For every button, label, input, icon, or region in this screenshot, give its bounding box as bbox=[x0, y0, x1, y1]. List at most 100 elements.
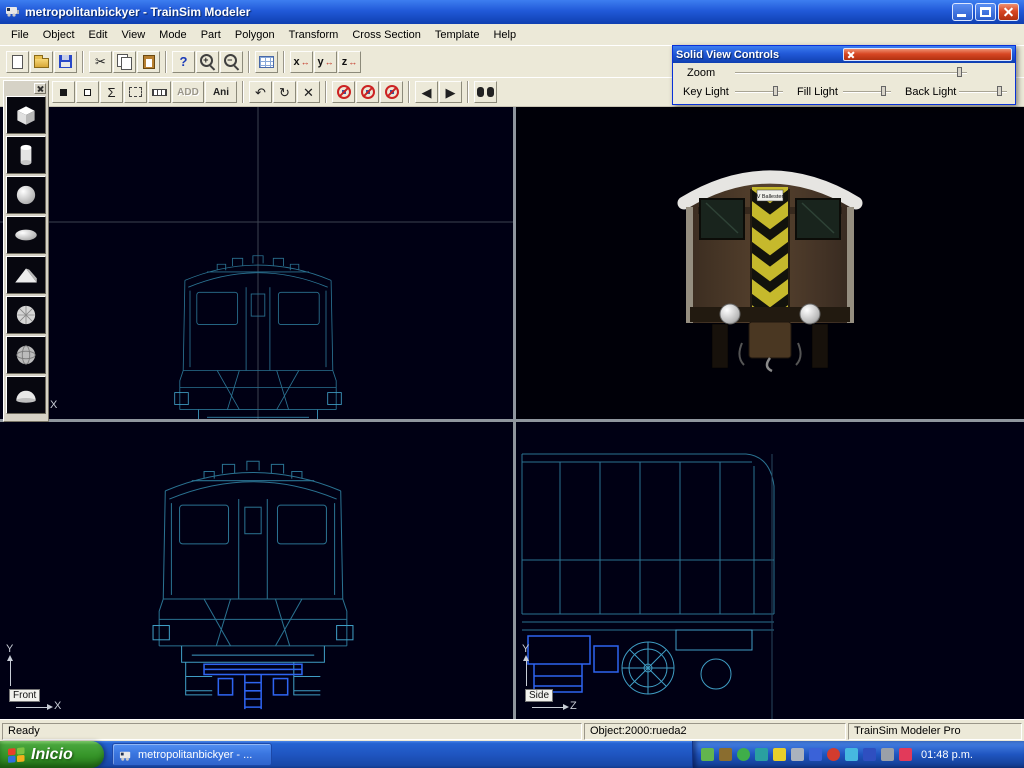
wireframe-side-canvas[interactable] bbox=[516, 422, 1024, 719]
maximize-button[interactable] bbox=[975, 3, 996, 21]
help-button[interactable]: ? bbox=[172, 51, 195, 73]
vertex-icon bbox=[84, 89, 91, 96]
primitive-wedge-button[interactable] bbox=[6, 256, 46, 294]
menu-file[interactable]: File bbox=[4, 27, 36, 43]
tray-icon-5[interactable] bbox=[773, 748, 786, 761]
tray-icon-2[interactable] bbox=[719, 748, 732, 761]
close-button[interactable] bbox=[998, 3, 1019, 21]
lock-z-button[interactable] bbox=[380, 81, 403, 103]
measure-button[interactable] bbox=[148, 81, 171, 103]
zoom-slider-thumb[interactable] bbox=[957, 67, 962, 77]
tray-icon-12[interactable] bbox=[899, 748, 912, 761]
tray-icon-6[interactable] bbox=[791, 748, 804, 761]
menu-edit[interactable]: Edit bbox=[82, 27, 115, 43]
windows-logo-icon bbox=[7, 746, 26, 763]
minimize-icon bbox=[957, 14, 966, 17]
palette-header[interactable] bbox=[4, 81, 48, 96]
start-button[interactable]: Inicio bbox=[0, 741, 104, 768]
sphere-icon bbox=[12, 182, 40, 208]
solid-view-controls-dialog[interactable]: Solid View Controls Zoom Key Light Fill … bbox=[672, 45, 1016, 105]
ani-button[interactable]: Ani bbox=[205, 81, 237, 103]
lock-x-button[interactable] bbox=[332, 81, 355, 103]
viewport-front-wireframe[interactable]: Y Front X bbox=[0, 422, 513, 719]
back-light-thumb[interactable] bbox=[997, 86, 1002, 96]
status-ready: Ready bbox=[2, 723, 582, 740]
menu-object[interactable]: Object bbox=[36, 27, 82, 43]
taskbar: Inicio metropolitanbickyer - ... 01:48 p… bbox=[0, 741, 1024, 768]
play-button[interactable]: ▶ bbox=[439, 81, 462, 103]
prev-frame-button[interactable]: ◀ bbox=[415, 81, 438, 103]
zoom-in-button[interactable]: + bbox=[196, 51, 219, 73]
axis-y-button[interactable]: y↔ bbox=[314, 51, 337, 73]
menu-bar: File Object Edit View Mode Part Polygon … bbox=[0, 24, 1024, 45]
primitive-cube-button[interactable] bbox=[6, 96, 46, 134]
palette-close-button[interactable] bbox=[34, 83, 46, 94]
primitive-cylinder-button[interactable] bbox=[6, 136, 46, 174]
menu-mode[interactable]: Mode bbox=[152, 27, 194, 43]
paste-button[interactable] bbox=[137, 51, 160, 73]
cut-button[interactable]: ✂ bbox=[89, 51, 112, 73]
tray-icon-3[interactable] bbox=[737, 748, 750, 761]
add-button[interactable]: ADD bbox=[172, 81, 204, 103]
fill-light-slider[interactable] bbox=[843, 86, 891, 97]
redo-button[interactable]: ↻ bbox=[273, 81, 296, 103]
point-mode-button[interactable] bbox=[52, 81, 75, 103]
tray-icon-8[interactable] bbox=[827, 748, 840, 761]
save-icon bbox=[59, 55, 72, 68]
menu-polygon[interactable]: Polygon bbox=[228, 27, 282, 43]
wireframe-front-canvas[interactable] bbox=[0, 422, 513, 719]
open-button[interactable] bbox=[30, 51, 53, 73]
taskbar-app-button[interactable]: metropolitanbickyer - ... bbox=[112, 743, 272, 766]
menu-transform[interactable]: Transform bbox=[282, 27, 346, 43]
save-button[interactable] bbox=[54, 51, 77, 73]
primitive-ellipsoid-button[interactable] bbox=[6, 216, 46, 254]
tray-icon-10[interactable] bbox=[863, 748, 876, 761]
copy-button[interactable] bbox=[113, 51, 136, 73]
zoom-slider[interactable] bbox=[735, 67, 967, 78]
status-app-name: TrainSim Modeler Pro bbox=[848, 723, 1022, 740]
zoom-out-button[interactable]: − bbox=[220, 51, 243, 73]
minimize-button[interactable] bbox=[952, 3, 973, 21]
window-titlebar[interactable]: metropolitanbickyer - TrainSim Modeler bbox=[0, 0, 1024, 24]
dialog-close-button[interactable] bbox=[843, 48, 1012, 61]
key-light-slider[interactable] bbox=[735, 86, 783, 97]
menu-part[interactable]: Part bbox=[194, 27, 228, 43]
back-light-slider[interactable] bbox=[959, 86, 1007, 97]
undo-button[interactable]: ↶ bbox=[249, 81, 272, 103]
toolbar-separator bbox=[283, 51, 285, 73]
select-rect-button[interactable] bbox=[124, 81, 147, 103]
new-button[interactable] bbox=[6, 51, 29, 73]
lock-y-button[interactable] bbox=[356, 81, 379, 103]
vertex-mode-button[interactable] bbox=[76, 81, 99, 103]
primitive-geosphere2-button[interactable] bbox=[6, 336, 46, 374]
tray-icon-11[interactable] bbox=[881, 748, 894, 761]
selection-rect-icon bbox=[129, 87, 142, 97]
wireframe-front-top-canvas[interactable] bbox=[0, 107, 513, 419]
viewport-side-wireframe[interactable]: Y Side Z bbox=[516, 422, 1024, 719]
primitive-geosphere-button[interactable] bbox=[6, 296, 46, 334]
taskbar-clock[interactable]: 01:48 p.m. bbox=[921, 749, 973, 761]
viewport-solid-render[interactable]: V Ballester bbox=[516, 107, 1024, 419]
fill-light-thumb[interactable] bbox=[881, 86, 886, 96]
menu-help[interactable]: Help bbox=[486, 27, 523, 43]
grid-button[interactable] bbox=[255, 51, 278, 73]
axis-z-button[interactable]: z↔ bbox=[338, 51, 361, 73]
tray-icon-4[interactable] bbox=[755, 748, 768, 761]
tray-icon-7[interactable] bbox=[809, 748, 822, 761]
scale-button[interactable]: ✕ bbox=[297, 81, 320, 103]
find-button[interactable] bbox=[474, 81, 497, 103]
menu-cross-section[interactable]: Cross Section bbox=[345, 27, 427, 43]
tray-icon-9[interactable] bbox=[845, 748, 858, 761]
tray-icon-1[interactable] bbox=[701, 748, 714, 761]
menu-view[interactable]: View bbox=[115, 27, 153, 43]
axis-x-button[interactable]: x↔ bbox=[290, 51, 313, 73]
primitive-dome-button[interactable] bbox=[6, 376, 46, 414]
dialog-titlebar[interactable]: Solid View Controls bbox=[673, 46, 1015, 63]
sigma-button[interactable]: Σ bbox=[100, 81, 123, 103]
viewport-top-left-wireframe[interactable]: X bbox=[0, 107, 513, 419]
primitive-sphere-button[interactable] bbox=[6, 176, 46, 214]
key-light-thumb[interactable] bbox=[773, 86, 778, 96]
axis-z-icon: z bbox=[342, 56, 348, 68]
menu-template[interactable]: Template bbox=[428, 27, 487, 43]
solid-train-render[interactable]: V Ballester bbox=[516, 107, 1024, 419]
